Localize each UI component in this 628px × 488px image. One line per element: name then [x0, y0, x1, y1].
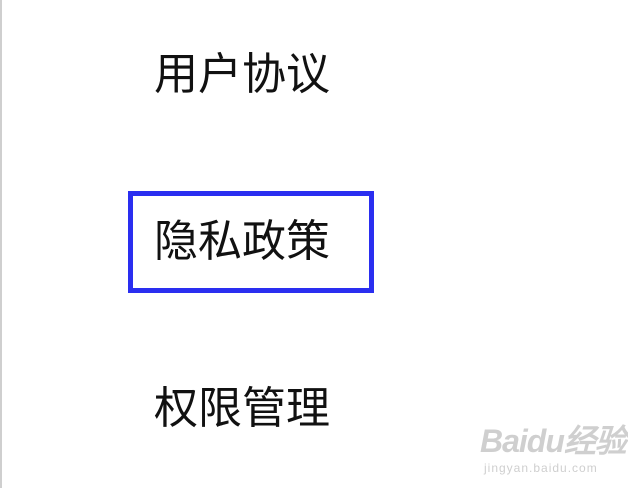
baidu-jingyan-watermark: Baidu经验 jingyan.baidu.com [480, 424, 627, 480]
watermark-brand: Baidu经验 [480, 423, 627, 459]
menu-item-user-agreement[interactable]: 用户协议 [154, 47, 330, 103]
watermark-url: jingyan.baidu.com [484, 461, 598, 475]
menu-item-privacy-policy[interactable]: 隐私政策 [154, 214, 330, 270]
page-left-border [0, 0, 2, 488]
menu-item-permission-management[interactable]: 权限管理 [154, 381, 330, 437]
